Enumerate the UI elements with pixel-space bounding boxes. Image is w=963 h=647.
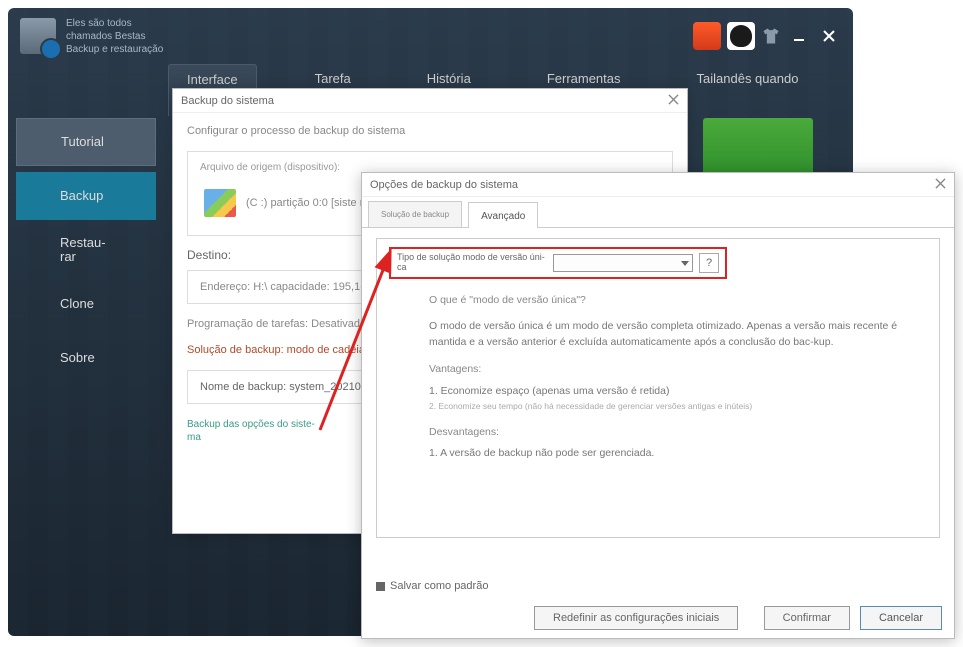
weibo-icon[interactable]: [693, 22, 721, 50]
destination-value: Endereço: H:\ capacidade: 195,16 GF: [200, 281, 385, 293]
backup-name-value: Nome de backup: system_202107: [200, 381, 367, 393]
titlebar: Eles são todos chamados Bestas Backup e …: [8, 8, 853, 64]
dialog2-titlebar: Opções de backup do sistema: [362, 173, 954, 197]
app-title: Eles são todos chamados Bestas Backup e …: [66, 17, 163, 56]
reset-button[interactable]: Redefinir as configurações iniciais: [534, 606, 738, 630]
tab-backup-solution[interactable]: Solução de backup: [368, 201, 462, 227]
checkbox-icon: [376, 582, 385, 591]
save-default-checkbox[interactable]: Salvar como padrão: [376, 580, 488, 592]
solution-panel: Tipo de solução modo de versão úni- ca ?…: [376, 238, 940, 538]
solution-type-label: Tipo de solução modo de versão úni- ca: [397, 253, 547, 273]
sidebar-item-restore[interactable]: Restau- rar: [16, 226, 156, 274]
app-title-line2: chamados Bestas: [66, 30, 163, 43]
tab-advanced[interactable]: Avançado: [468, 202, 538, 228]
explanation-panel: O que é "modo de versão única"? O modo d…: [389, 279, 927, 462]
disadvantages-label: Desvantagens:: [429, 425, 915, 441]
help-button[interactable]: ?: [699, 253, 719, 273]
advantage-1: 1. Economize espaço (apenas uma versão é…: [429, 384, 915, 400]
dialog2-title: Opções de backup do sistema: [370, 179, 518, 191]
disadvantage-1: 1. A versão de backup não pode ser geren…: [429, 446, 915, 462]
skin-icon[interactable]: [761, 26, 781, 46]
backup-options-dialog: Opções de backup do sistema Solução de b…: [361, 172, 955, 639]
advantages-label: Vantagens:: [429, 362, 915, 378]
sidebar-item-backup[interactable]: Backup: [16, 172, 156, 220]
close-button[interactable]: [817, 24, 841, 48]
cancel-button[interactable]: Cancelar: [860, 606, 942, 630]
sidebar-item-clone[interactable]: Clone: [16, 280, 156, 328]
qq-icon[interactable]: [727, 22, 755, 50]
dialog2-body: Tipo de solução modo de versão úni- ca ?…: [362, 228, 954, 548]
windows-icon: [204, 189, 236, 217]
titlebar-right: [693, 22, 841, 50]
save-default-label: Salvar como padrão: [390, 580, 488, 592]
dialog1-titlebar: Backup do sistema: [173, 89, 687, 113]
advantage-2: 2. Economize seu tempo (não há necessida…: [429, 400, 915, 413]
dialog2-footer: Redefinir as configurações iniciais Conf…: [374, 606, 942, 630]
sidebar-item-about[interactable]: Sobre: [16, 334, 156, 382]
solution-type-select[interactable]: [553, 254, 693, 272]
dialog1-title: Backup do sistema: [181, 95, 274, 107]
sidebar: Tutorial Backup Restau- rar Clone Sobre: [16, 118, 156, 388]
tab-thai[interactable]: Tailandês quando: [679, 64, 817, 116]
minimize-button[interactable]: [787, 24, 811, 48]
sidebar-item-tutorial[interactable]: Tutorial: [16, 118, 156, 166]
source-value: (C :) partição 0:0 [siste r?: [246, 197, 370, 209]
dialog2-close-button[interactable]: [935, 178, 946, 192]
confirm-button[interactable]: Confirmar: [764, 606, 850, 630]
dialog2-tabs: Solução de backup Avançado: [362, 201, 954, 228]
app-title-line1: Eles são todos: [66, 17, 163, 30]
annotation-highlight-2: Tipo de solução modo de versão úni- ca ?: [389, 247, 727, 279]
dialog1-close-button[interactable]: [668, 94, 679, 108]
explanation-description: O modo de versão única é um modo de vers…: [429, 319, 915, 351]
explanation-question: O que é "modo de versão única"?: [429, 293, 915, 309]
app-subtitle: Backup e restauração: [66, 43, 163, 56]
dialog1-heading: Configurar o processo de backup do siste…: [187, 125, 673, 137]
app-icon: [20, 18, 56, 54]
